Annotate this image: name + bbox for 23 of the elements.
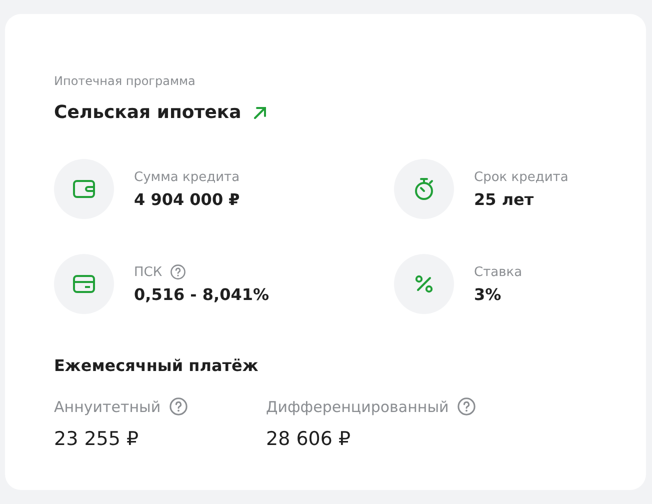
stat-value: 4 904 000 ₽ [134, 190, 240, 208]
stat-label: Ставка [474, 264, 522, 280]
stat-label: Срок кредита [474, 170, 568, 184]
stat-value: 0,516 - 8,041% [134, 285, 270, 304]
stat-label: Сумма кредита [134, 170, 240, 184]
stat-value: 25 лет [474, 190, 535, 208]
help-icon[interactable] [456, 397, 476, 416]
stopwatch-icon [414, 178, 434, 200]
wallet-icon [73, 180, 95, 198]
arrow-icon[interactable] [253, 106, 268, 120]
card-icon [73, 275, 95, 293]
program-caption: Ипотечная программа [54, 74, 196, 88]
payment-label: Дифференцированный [266, 398, 449, 416]
percent-icon [415, 275, 433, 293]
program-title: Сельская ипотека [54, 102, 242, 123]
help-icon[interactable] [170, 264, 186, 280]
payment-value: 23 255 ₽ [54, 428, 140, 450]
stat-value: 3% [474, 284, 502, 304]
section-heading: Ежемесячный платёж [54, 356, 260, 375]
help-icon[interactable] [168, 397, 188, 416]
payment-value: 28 606 ₽ [266, 428, 352, 450]
payment-label: Аннуитетный [54, 398, 161, 416]
stat-label: ПСК [134, 264, 162, 280]
